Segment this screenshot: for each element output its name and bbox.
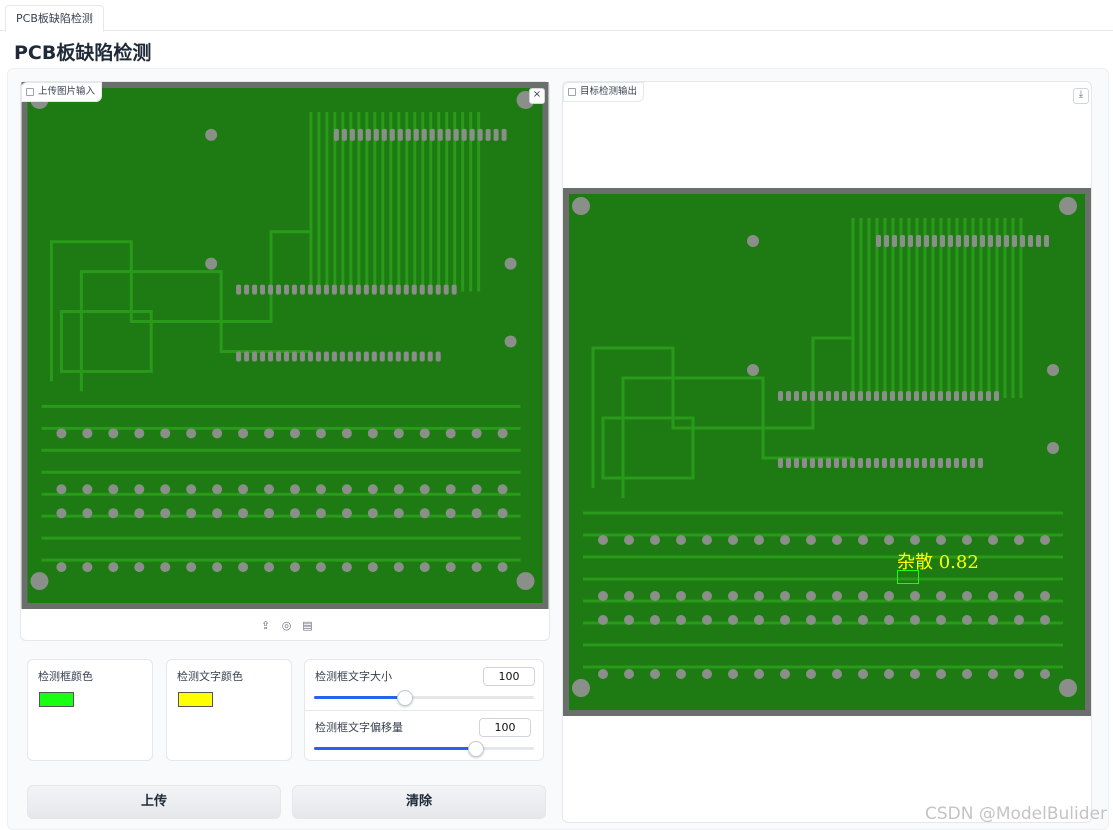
input-image-panel[interactable]: 上传图片输入 × ⇪ ◎ ▤ bbox=[20, 81, 550, 641]
slider-group: 检测框文字大小 100 检测框文字偏移量 100 bbox=[304, 659, 544, 761]
output-image-panel: 目标检测输出 ⤓ 杂散 0.82 bbox=[562, 81, 1092, 823]
box-color-label: 检测框颜色 bbox=[38, 670, 93, 683]
close-image-button[interactable]: × bbox=[529, 88, 545, 104]
font-size-slider-row: 检测框文字大小 100 bbox=[305, 660, 543, 711]
page-title: PCB板缺陷检测 bbox=[14, 42, 152, 64]
upload-button[interactable]: 上传 bbox=[27, 785, 281, 819]
tab-pcb-detection[interactable]: PCB板缺陷检测 bbox=[5, 5, 104, 32]
download-button[interactable]: ⤓ bbox=[1073, 88, 1089, 104]
tab-bar: PCB板缺陷检测 bbox=[0, 0, 1113, 32]
text-color-swatch[interactable] bbox=[178, 692, 213, 707]
input-image-label-tag: 上传图片输入 bbox=[21, 82, 103, 102]
image-source-toolbar: ⇪ ◎ ▤ bbox=[259, 619, 314, 632]
box-color-control: 检测框颜色 bbox=[27, 659, 153, 761]
output-pcb-image: 杂散 0.82 bbox=[563, 188, 1091, 716]
webcam-icon[interactable]: ◎ bbox=[280, 619, 293, 632]
font-size-slider-thumb[interactable] bbox=[397, 690, 414, 706]
main-container: 上传图片输入 × ⇪ ◎ ▤ 目标检测输出 ⤓ 杂散 0.82 检测框颜色 检测… bbox=[7, 68, 1109, 830]
box-color-swatch[interactable] bbox=[39, 692, 74, 707]
text-offset-slider-fill bbox=[314, 747, 475, 750]
image-icon bbox=[568, 88, 576, 96]
font-size-label: 检测框文字大小 bbox=[315, 670, 392, 683]
input-pcb-image bbox=[21, 82, 549, 609]
output-image-label: 目标检测输出 bbox=[580, 86, 638, 97]
clear-button[interactable]: 清除 bbox=[292, 785, 546, 819]
clipboard-icon[interactable]: ▤ bbox=[301, 619, 314, 632]
watermark: CSDN @ModelBulider bbox=[924, 804, 1107, 824]
upload-icon[interactable]: ⇪ bbox=[259, 619, 272, 632]
text-color-label: 检测文字颜色 bbox=[177, 670, 243, 683]
text-offset-slider[interactable] bbox=[314, 741, 534, 757]
font-size-slider-fill bbox=[314, 696, 405, 699]
text-offset-number-input[interactable]: 100 bbox=[479, 718, 531, 737]
font-size-number-input[interactable]: 100 bbox=[483, 667, 535, 686]
output-image-label-tag: 目标检测输出 bbox=[563, 82, 645, 102]
input-image-label: 上传图片输入 bbox=[38, 86, 96, 97]
font-size-slider[interactable] bbox=[314, 690, 534, 706]
image-icon bbox=[26, 88, 34, 96]
text-offset-slider-thumb[interactable] bbox=[467, 741, 484, 757]
text-offset-label: 检测框文字偏移量 bbox=[315, 721, 403, 734]
detection-label: 杂散 0.82 bbox=[897, 552, 979, 573]
text-color-control: 检测文字颜色 bbox=[166, 659, 292, 761]
text-offset-slider-row: 检测框文字偏移量 100 bbox=[305, 711, 543, 761]
